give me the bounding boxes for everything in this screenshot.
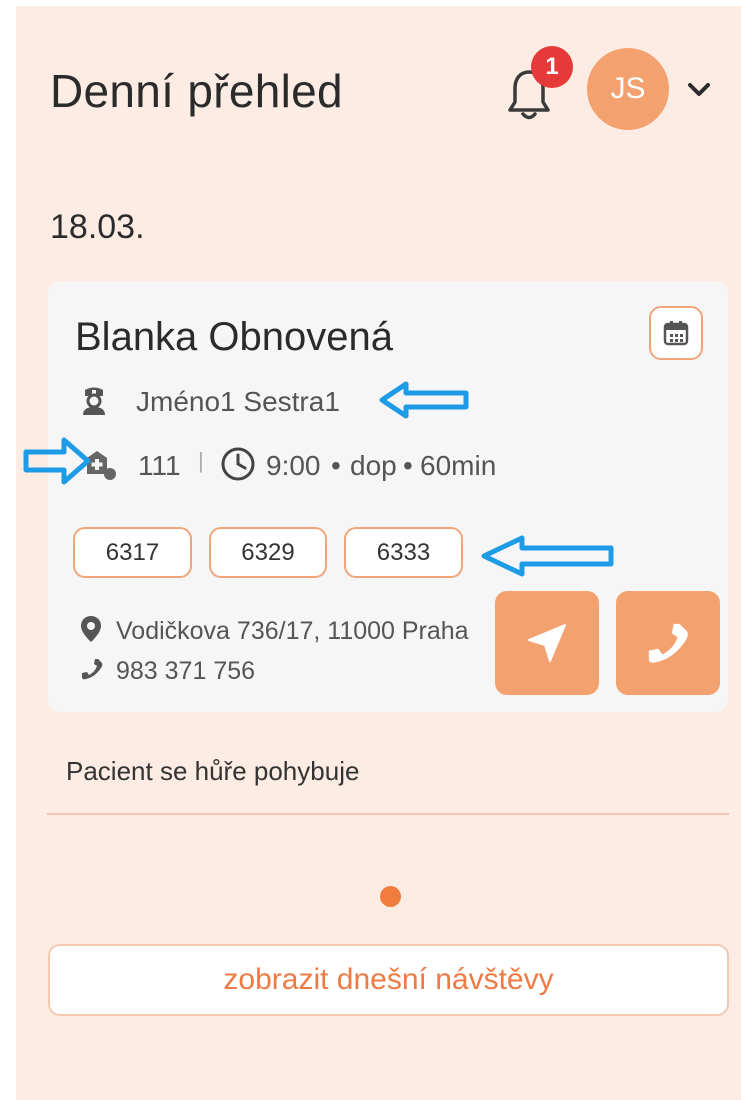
separator: | <box>198 448 204 473</box>
annotation-arrow-left <box>379 381 469 419</box>
divider <box>47 813 729 815</box>
navigation-arrow-icon <box>528 624 566 662</box>
map-pin-icon <box>81 616 101 642</box>
date-label: 18.03. <box>50 208 145 246</box>
visit-time: 9:00 <box>266 450 321 481</box>
annotation-arrow-left <box>481 535 614 577</box>
page-title: Denní přehled <box>50 65 343 117</box>
nurse-name: Jméno1 Sestra1 <box>136 386 340 417</box>
show-today-visits-button[interactable]: zobrazit dnešní návštěvy <box>48 944 729 1016</box>
call-button[interactable] <box>616 591 720 695</box>
calendar-icon <box>663 321 689 346</box>
chevron-down-icon[interactable] <box>683 74 715 104</box>
phone-icon <box>82 659 103 680</box>
pagination-dot[interactable] <box>380 886 401 907</box>
procedure-chip[interactable]: 6333 <box>344 527 463 578</box>
visit-note: Pacient se hůře pohybuje <box>66 756 360 786</box>
calendar-button[interactable] <box>649 306 703 360</box>
visit-code: 111 <box>138 450 181 481</box>
nurse-icon <box>83 387 105 415</box>
dot-separator: • <box>403 450 413 481</box>
dot-separator: • <box>331 450 341 481</box>
patient-name: Blanka Obnovená <box>75 315 394 359</box>
procedure-chip[interactable]: 6329 <box>209 527 327 578</box>
address-text: Vodičkova 736/17, 11000 Praha <box>116 617 469 645</box>
clock-icon <box>221 447 255 481</box>
navigate-button[interactable] <box>495 591 599 695</box>
phone-icon <box>648 623 688 663</box>
procedure-chip[interactable]: 6317 <box>73 527 192 578</box>
user-avatar[interactable]: JS <box>587 48 669 130</box>
notification-badge: 1 <box>531 46 573 88</box>
phone-text: 983 371 756 <box>116 657 256 685</box>
annotation-arrow-right <box>23 437 91 485</box>
visit-duration: 60min <box>420 450 497 481</box>
visit-period: dop <box>350 450 397 481</box>
